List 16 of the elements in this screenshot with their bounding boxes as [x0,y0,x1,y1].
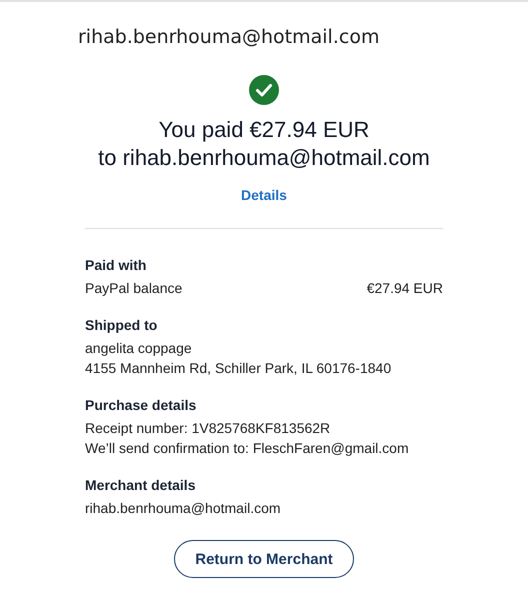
section-heading: Shipped to [85,316,158,335]
section-text: rihab.benrhouma@hotmail.com [85,499,281,518]
section-heading: Paid with [85,256,148,275]
details-link[interactable]: Details [241,187,287,203]
success-check-icon [249,75,279,105]
section-text: angelita coppage [85,339,192,358]
payment-title: You paid €27.94 EUR to rihab.benrhouma@hotmail.com [98,116,430,172]
section-heading: Purchase details [85,396,198,415]
return-to-merchant-button[interactable]: Return to Merchant [174,540,354,578]
section-text: 4155 Mannheim Rd, Schiller Park, IL 60176-1840 [85,359,392,378]
section-text: We’ll send confirmation to: FleschFaren@gmail.com [85,439,409,458]
account-email: rihab.benrhouma@hotmail.com [78,26,380,48]
section-text: Receipt number: 1V825768KF813562R [85,419,330,438]
section-text: PayPal balance [85,279,182,298]
section-heading: Merchant details [85,476,196,495]
amount: €27.94 EUR [366,279,443,298]
